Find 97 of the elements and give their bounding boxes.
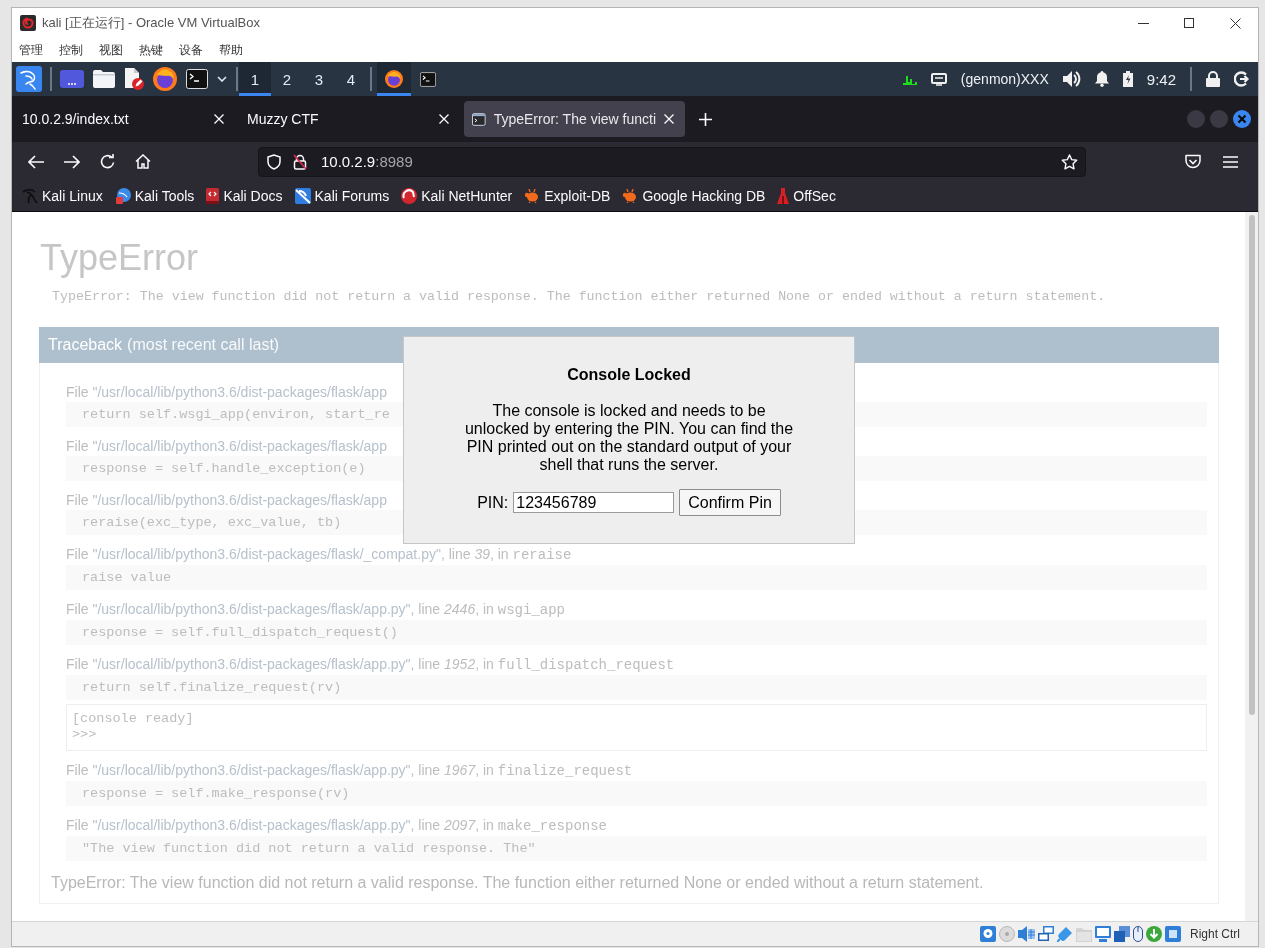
plug-icon[interactable] xyxy=(1057,926,1073,942)
frame-location: File "/usr/local/lib/python3.6/dist-packages/flask/app xyxy=(66,383,387,401)
bookmark-link[interactable]: Kali Tools xyxy=(134,188,195,204)
home-icon[interactable] xyxy=(135,154,151,169)
slash-tile-icon xyxy=(294,188,311,204)
bookmark-link[interactable]: Kali Linux xyxy=(42,188,103,204)
workspace-button[interactable]: 4 xyxy=(335,62,367,96)
reload-icon[interactable] xyxy=(100,154,115,169)
bug-icon xyxy=(622,189,639,203)
close-icon[interactable] xyxy=(1229,17,1241,29)
stacked-squares-icon[interactable] xyxy=(1114,926,1130,942)
workspace-button[interactable]: 3 xyxy=(303,62,335,96)
scrollbar[interactable] xyxy=(1245,212,1258,921)
error-message: TypeError: The view function did not return a valid response. The function either returned None or ended without a return statement. xyxy=(52,288,1107,306)
menu-item[interactable]: 视图 xyxy=(98,41,124,59)
activity-graph-icon xyxy=(902,73,917,85)
menu-item[interactable]: 帮助 xyxy=(218,41,244,59)
folder-icon[interactable] xyxy=(93,70,115,88)
arc-circle-icon xyxy=(401,188,418,204)
swirl-tile-icon[interactable] xyxy=(16,66,42,92)
terminal-icon[interactable] xyxy=(186,69,208,89)
url-text: 10.0.2.9:8989 xyxy=(321,153,413,170)
genmon-label: (genmon)XXX xyxy=(960,71,1049,87)
bookmark-link[interactable]: OffSec xyxy=(793,188,836,204)
caret-icon[interactable] xyxy=(217,76,227,82)
frame-location: File "/usr/local/lib/python3.6/dist-packages/flask/app.py", line 1952, in full_dispatch_request xyxy=(66,655,675,674)
browser-tab[interactable]: Muzzy CTF xyxy=(239,101,460,137)
bookmark-link[interactable]: Kali Docs xyxy=(223,188,283,204)
menu-icon[interactable] xyxy=(1223,155,1238,168)
minimize-icon[interactable] xyxy=(1137,22,1149,24)
pocket-icon[interactable] xyxy=(1185,154,1201,169)
frame-location: File "/usr/local/lib/python3.6/dist-packages/flask/app xyxy=(66,491,387,509)
square-tile-icon[interactable] xyxy=(1165,926,1181,942)
dialog-title: Console Locked xyxy=(567,365,691,385)
tab-title: TypeError: The view functi xyxy=(493,111,656,127)
globe-icon xyxy=(385,70,403,88)
bell-icon[interactable] xyxy=(1094,71,1109,87)
tab-title: Muzzy CTF xyxy=(247,111,320,127)
lock-icon[interactable] xyxy=(1206,71,1220,87)
confirm-pin-button[interactable]: Confirm Pin xyxy=(679,489,781,516)
menu-item[interactable]: 控制 xyxy=(58,41,84,59)
menu-item[interactable]: 管理 xyxy=(18,41,44,59)
maximize-icon[interactable] xyxy=(1184,18,1194,28)
globe-badge-icon xyxy=(114,188,131,204)
globe-icon[interactable] xyxy=(153,67,177,91)
traceback-title: Traceback xyxy=(48,336,123,354)
frame-location: File "/usr/local/lib/python3.6/dist-packages/flask/app.py", line 2097, in make_response xyxy=(66,816,607,835)
mouse-icon[interactable] xyxy=(1133,926,1143,942)
workspace-button[interactable]: 1 xyxy=(239,62,271,96)
terminal-icon xyxy=(420,71,436,87)
browser-tab[interactable]: 10.0.2.9/index.txt xyxy=(14,101,235,137)
address-field[interactable]: 10.0.2.9:8989 xyxy=(258,146,1086,177)
forward-icon[interactable] xyxy=(64,154,80,169)
scrollbar-thumb[interactable] xyxy=(1249,215,1255,715)
download-arrow-icon[interactable] xyxy=(1146,926,1162,942)
console-line: >>> xyxy=(72,727,98,743)
clock[interactable]: 9:42 xyxy=(1146,70,1176,88)
bookmark-link[interactable]: Kali NetHunter xyxy=(421,188,513,204)
menu-item[interactable]: 热键 xyxy=(138,41,164,59)
document-edit-icon[interactable] xyxy=(124,68,144,90)
frame-location: File "/usr/local/lib/python3.6/dist-packages/flask/app.py", line 2446, in wsgi_app xyxy=(66,600,565,619)
console-line: [console ready] xyxy=(72,711,195,727)
host-key-label: Right Ctrl xyxy=(1190,927,1240,941)
tower-icon xyxy=(777,188,790,204)
bug-icon xyxy=(524,189,541,203)
window-title: kali [正在运行] - Oracle VM VirtualBox xyxy=(42,14,260,32)
workspace-button[interactable]: 2 xyxy=(271,62,303,96)
speaker-icon[interactable] xyxy=(1018,926,1035,942)
screen-icon[interactable] xyxy=(60,70,84,88)
curl-logo-icon xyxy=(22,188,38,204)
pin-field[interactable]: 123456789 xyxy=(513,492,675,513)
menu-item[interactable]: 设备 xyxy=(178,41,204,59)
logout-icon[interactable] xyxy=(1234,71,1250,87)
shield-icon[interactable] xyxy=(267,153,281,170)
frame-location: File "/usr/local/lib/python3.6/dist-packages/flask/_compat.py", line 39, in reraise xyxy=(66,545,572,564)
traceback-note: (most recent call last) xyxy=(127,336,280,354)
taskbar-button[interactable] xyxy=(377,62,411,96)
bookmark-link[interactable]: Google Hacking DB xyxy=(642,188,766,204)
plus-icon[interactable] xyxy=(699,112,712,126)
battery-icon xyxy=(1122,71,1133,87)
browser-tab[interactable]: TypeError: The view functi xyxy=(464,101,685,137)
error-summary: TypeError: The view function did not return a valid response. The function either returned None or ended without a return statement. xyxy=(51,873,985,893)
star-icon[interactable] xyxy=(1061,153,1078,170)
book-icon xyxy=(206,188,220,204)
network-icon[interactable] xyxy=(1038,926,1054,942)
bookmark-link[interactable]: Kali Forums xyxy=(314,188,390,204)
insecure-lock-icon[interactable] xyxy=(293,153,307,170)
pin-label: PIN: xyxy=(477,493,509,512)
frame-location: File "/usr/local/lib/python3.6/dist-packages/flask/app xyxy=(66,437,387,455)
tab-title: 10.0.2.9/index.txt xyxy=(22,111,130,127)
back-icon[interactable] xyxy=(28,154,44,169)
frame-location: File "/usr/local/lib/python3.6/dist-packages/flask/app.py", line 1967, in finalize_request xyxy=(66,761,633,780)
error-title: TypeError xyxy=(40,236,200,280)
bookmark-link[interactable]: Exploit-DB xyxy=(544,188,611,204)
volume-icon[interactable] xyxy=(1062,71,1081,87)
swirl-icon xyxy=(20,15,36,31)
monitor-icon[interactable] xyxy=(930,72,947,86)
